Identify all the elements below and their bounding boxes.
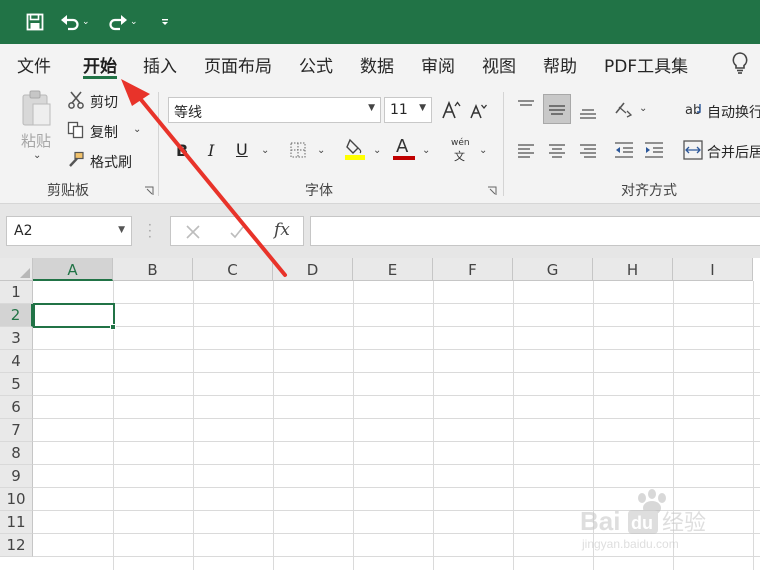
svg-text:jingyan.baidu.com: jingyan.baidu.com — [581, 537, 679, 551]
annotation-arrow — [121, 79, 287, 277]
annotation-arrow-shaft — [136, 94, 287, 277]
svg-text:经验: 经验 — [662, 511, 706, 536]
watermark-logo: Bai du 经验 jingyan.baidu.com — [580, 489, 706, 551]
watermark: Bai du 经验 jingyan.baidu.com — [580, 488, 740, 556]
annotation-arrow-head — [121, 79, 150, 106]
svg-text:du: du — [631, 513, 653, 533]
svg-text:Bai: Bai — [580, 506, 620, 536]
